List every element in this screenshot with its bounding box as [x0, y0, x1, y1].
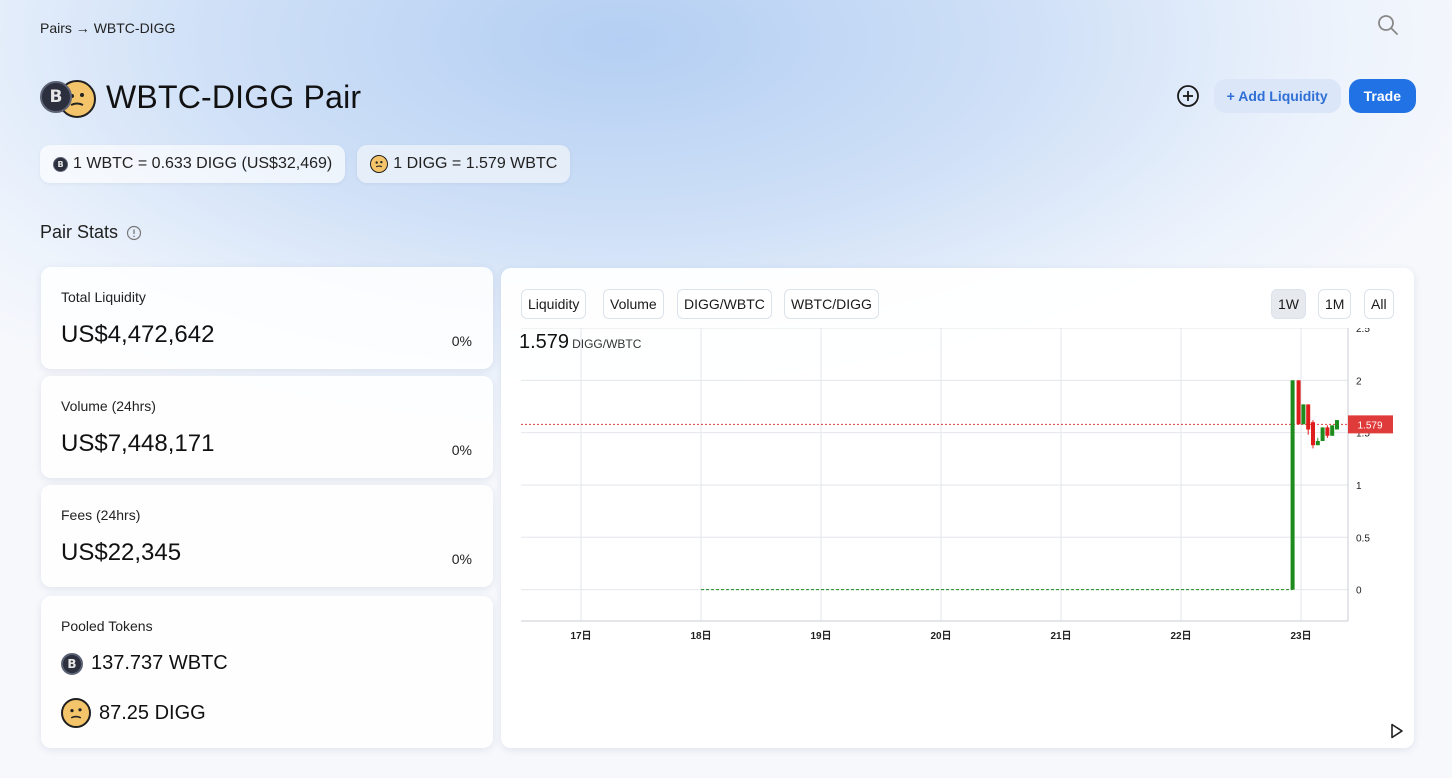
- pair-stats-title: Pair Stats: [40, 222, 119, 242]
- wbtc-token-icon: B: [53, 156, 68, 172]
- total-liquidity-label: Total Liquidity: [61, 289, 146, 305]
- wbtc-rate-text: 1 WBTC = 0.633 DIGG (US$32,469): [73, 155, 333, 172]
- candle: [1315, 441, 1320, 446]
- fees-label: Fees (24hrs): [61, 507, 141, 523]
- candle: [1330, 425, 1335, 436]
- volume-change: 0%: [451, 442, 472, 458]
- tab-digg-wbtc[interactable]: DIGG/WBTC: [677, 289, 772, 319]
- total-liquidity-value: US$4,472,642: [61, 321, 215, 348]
- digg-rate-text: 1 DIGG = 1.579 WBTC: [393, 155, 558, 172]
- pooled-tokens-card: Pooled Tokens B 137.737 WBTC 87.25 DIGG: [41, 596, 493, 748]
- add-liquidity-button[interactable]: + Add Liquidity: [1213, 79, 1341, 113]
- tab-volume[interactable]: Volume: [603, 289, 664, 319]
- total-liquidity-card: Total Liquidity US$4,472,642 0%: [41, 267, 493, 369]
- x-tick-label: 18日: [690, 630, 711, 642]
- volume-card: Volume (24hrs) US$7,448,171 0%: [41, 376, 493, 478]
- x-tick-label: 19日: [810, 630, 831, 642]
- wbtc-token-icon: B: [40, 81, 72, 113]
- play-icon[interactable]: [1390, 723, 1404, 739]
- pooled-digg-amount: 87.25 DIGG: [99, 701, 206, 724]
- search-icon[interactable]: [1377, 14, 1399, 36]
- pooled-wbtc-amount: 137.737 WBTC: [91, 652, 228, 674]
- candle: [1296, 380, 1301, 425]
- digg-token-icon: [370, 155, 389, 173]
- tab-wbtc-digg[interactable]: WBTC/DIGG: [784, 289, 879, 319]
- y-tick-label: 1: [1356, 481, 1362, 492]
- range-1w[interactable]: 1W: [1271, 289, 1306, 319]
- y-tick-label: 2.5: [1356, 328, 1370, 335]
- rate-pills: B 1 WBTC = 0.633 DIGG (US$32,469) 1 DIGG…: [40, 145, 571, 183]
- wbtc-token-icon: B: [61, 652, 83, 675]
- pooled-tokens-label: Pooled Tokens: [61, 618, 153, 634]
- pooled-wbtc-row[interactable]: B 137.737 WBTC: [61, 652, 228, 675]
- page-title: WBTC-DIGG Pair: [106, 78, 362, 115]
- header-actions: + Add Liquidity Trade: [1176, 79, 1416, 113]
- candle: [1306, 404, 1311, 430]
- pair-stats-heading: Pair Stats: [40, 222, 142, 243]
- info-icon[interactable]: [126, 225, 142, 241]
- range-all[interactable]: All: [1364, 289, 1394, 319]
- y-tick-label: 2: [1356, 376, 1362, 387]
- candle: [1311, 422, 1315, 446]
- fees-value: US$22,345: [61, 539, 182, 566]
- pooled-digg-row[interactable]: 87.25 DIGG: [61, 698, 206, 728]
- price-chart[interactable]: 00.511.522.517日 18日 19日 20日 21日 22日 23日1.579: [501, 328, 1414, 748]
- candle: [1335, 420, 1339, 430]
- candle: [1290, 380, 1295, 590]
- current-price-tag-label: 1.579: [1357, 420, 1382, 431]
- pair-logos: B: [40, 77, 98, 118]
- candle: [1325, 427, 1330, 436]
- x-tick-label: 23日: [1290, 630, 1311, 642]
- trade-button[interactable]: Trade: [1348, 79, 1416, 113]
- total-liquidity-change: 0%: [451, 333, 472, 349]
- plus-circle-icon[interactable]: [1176, 84, 1200, 108]
- digg-token-icon: [61, 698, 91, 728]
- x-tick-label: 17日: [570, 630, 591, 642]
- fees-card: Fees (24hrs) US$22,345 0%: [41, 485, 493, 587]
- breadcrumb-arrow: →: [75, 20, 90, 36]
- breadcrumb-pairs-link[interactable]: Pairs: [40, 20, 72, 36]
- breadcrumb: Pairs → WBTC-DIGG: [40, 20, 175, 36]
- range-1m[interactable]: 1M: [1318, 289, 1352, 319]
- pair-header: B WBTC-DIGG Pair: [40, 76, 361, 118]
- x-tick-label: 21日: [1050, 630, 1071, 642]
- volume-label: Volume (24hrs): [61, 398, 156, 414]
- x-tick-label: 22日: [1170, 630, 1191, 642]
- chart-panel: Liquidity Volume DIGG/WBTC WBTC/DIGG 1W …: [501, 268, 1414, 748]
- y-tick-label: 0: [1356, 586, 1362, 597]
- volume-value: US$7,448,171: [61, 430, 215, 457]
- breadcrumb-current: WBTC-DIGG: [93, 20, 176, 36]
- candle: [1320, 427, 1325, 442]
- digg-rate-pill[interactable]: 1 DIGG = 1.579 WBTC: [357, 145, 571, 183]
- wbtc-rate-pill[interactable]: B 1 WBTC = 0.633 DIGG (US$32,469): [40, 145, 346, 183]
- tab-liquidity[interactable]: Liquidity: [521, 289, 587, 319]
- y-tick-label: 0.5: [1356, 533, 1370, 544]
- fees-change: 0%: [451, 551, 472, 567]
- candle: [1301, 404, 1306, 425]
- x-tick-label: 20日: [930, 630, 951, 642]
